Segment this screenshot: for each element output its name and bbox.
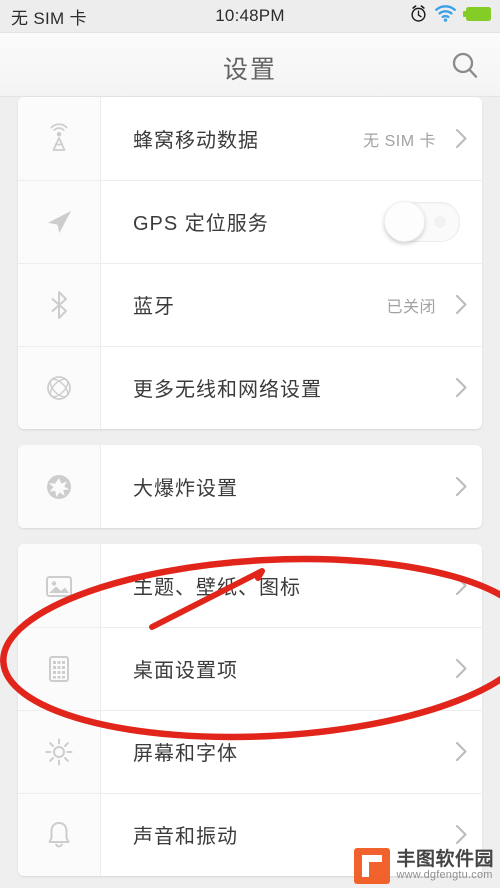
- settings-list[interactable]: 蜂窝移动数据 无 SIM 卡 GPS 定位服务 蓝牙 已关闭 更多无线和网络设置…: [0, 97, 500, 888]
- bell-icon: [18, 818, 100, 852]
- watermark-site-name: 丰图软件园: [396, 849, 494, 871]
- settings-group-network: 蜂窝移动数据 无 SIM 卡 GPS 定位服务 蓝牙 已关闭 更多无线和网络设置: [18, 97, 482, 429]
- settings-row-label: 桌面设置项: [133, 660, 238, 682]
- image-icon: [18, 569, 100, 603]
- settings-row-bluetooth[interactable]: 蓝牙 已关闭: [18, 263, 482, 346]
- chevron-right-icon: [446, 658, 482, 679]
- location-arrow-icon: [18, 205, 100, 239]
- settings-row-desktop[interactable]: 桌面设置项: [18, 627, 482, 710]
- status-icons: [409, 4, 492, 28]
- chevron-right-icon: [446, 824, 482, 845]
- settings-row-label: 蜂窝移动数据: [133, 130, 259, 152]
- network-globe-icon: [18, 371, 100, 405]
- watermark-logo-icon: [354, 848, 391, 884]
- navigation-bar: 设置: [0, 33, 500, 97]
- site-watermark: 丰图软件园 www.dgfengtu.com: [354, 848, 494, 884]
- bigbang-icon: [18, 470, 100, 504]
- page-title: 设置: [222, 56, 277, 84]
- settings-row-label: 大爆炸设置: [133, 478, 238, 500]
- chevron-right-icon: [446, 294, 482, 315]
- settings-row-value: 无 SIM 卡: [363, 132, 436, 150]
- bluetooth-icon: [18, 288, 100, 322]
- settings-row-more-network[interactable]: 更多无线和网络设置: [18, 346, 482, 429]
- watermark-url: www.dgfengtu.com: [396, 869, 493, 882]
- settings-row-label: 声音和振动: [133, 826, 238, 848]
- gps-toggle[interactable]: [384, 200, 460, 242]
- toggle-off-dot: [434, 215, 446, 228]
- toggle-knob: [384, 200, 425, 242]
- app-grid-icon: [18, 652, 100, 686]
- chevron-right-icon: [446, 377, 482, 398]
- chevron-right-icon: [446, 128, 482, 149]
- settings-group-bigbang: 大爆炸设置: [18, 445, 482, 528]
- chevron-right-icon: [446, 575, 482, 596]
- status-bar: 无 SIM 卡 10:48PM: [0, 0, 500, 33]
- settings-row-gps[interactable]: GPS 定位服务: [18, 180, 482, 263]
- wifi-icon: [435, 5, 456, 27]
- settings-row-value: 已关闭: [386, 298, 436, 316]
- settings-row-label: GPS 定位服务: [133, 213, 269, 235]
- settings-row-label: 蓝牙: [133, 296, 175, 318]
- chevron-right-icon: [446, 476, 482, 497]
- settings-row-screen-font[interactable]: 屏幕和字体: [18, 710, 482, 793]
- settings-row-label: 屏幕和字体: [133, 743, 238, 765]
- settings-row-cellular[interactable]: 蜂窝移动数据 无 SIM 卡: [18, 97, 482, 180]
- alarm-clock-icon: [409, 4, 428, 28]
- search-icon[interactable]: [448, 49, 482, 83]
- settings-row-bigbang[interactable]: 大爆炸设置: [18, 445, 482, 528]
- brightness-sun-icon: [18, 735, 100, 769]
- settings-row-label: 主题、壁纸、图标: [133, 577, 301, 599]
- settings-group-display: 主题、壁纸、图标 桌面设置项 屏幕和字体 声音和振动: [18, 544, 482, 876]
- cell-tower-icon: [18, 122, 100, 156]
- settings-row-theme[interactable]: 主题、壁纸、图标: [18, 544, 482, 627]
- chevron-right-icon: [446, 741, 482, 762]
- settings-row-label: 更多无线和网络设置: [133, 379, 322, 401]
- phone-screen: 无 SIM 卡 10:48PM 设置 蜂窝移动数据 无 SIM 卡 GPS 定位…: [0, 0, 500, 888]
- watermark-text: 丰图软件园 www.dgfengtu.com: [396, 850, 494, 881]
- battery-icon: [463, 6, 492, 27]
